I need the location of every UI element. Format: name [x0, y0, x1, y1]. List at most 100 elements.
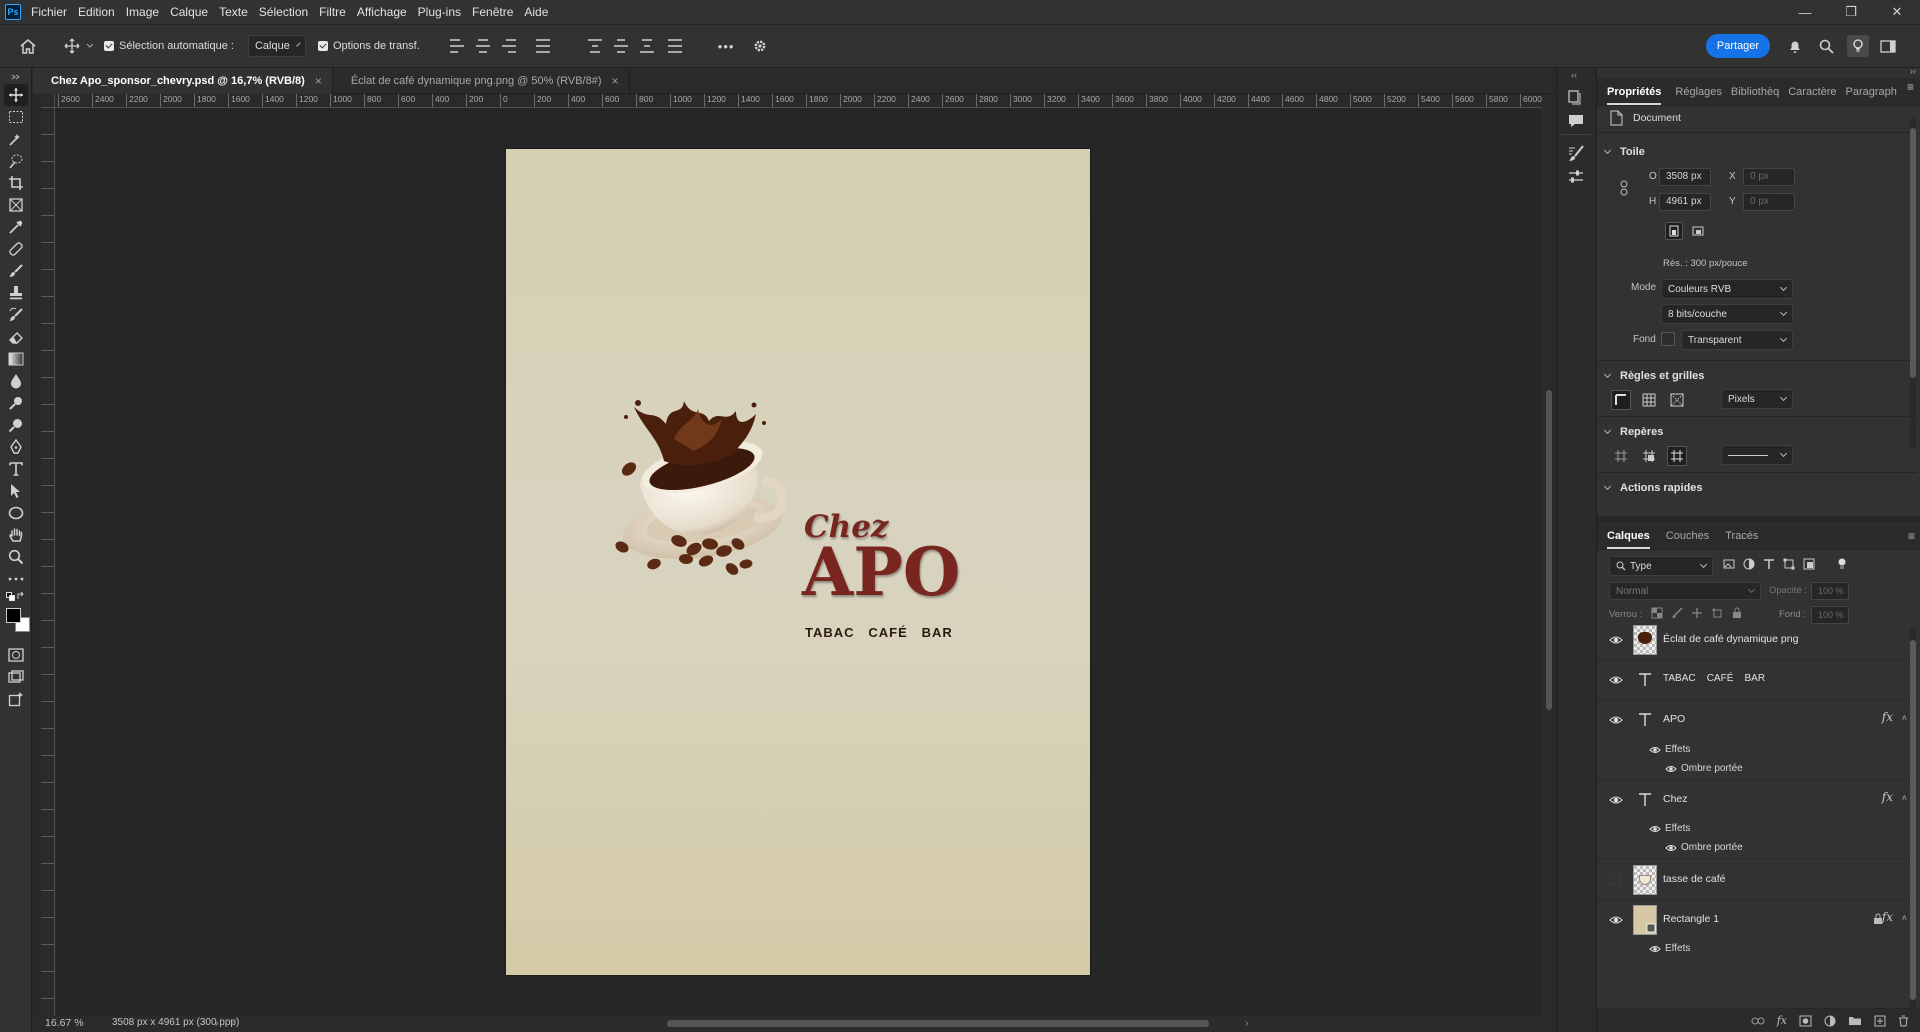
quick-actions-section-header[interactable]: Actions rapides [1597, 482, 1703, 494]
landscape-orientation-icon[interactable] [1689, 222, 1707, 240]
menu-image[interactable]: Image [126, 5, 159, 19]
horizontal-scroll-thumb[interactable] [667, 1020, 1209, 1027]
layer-tasse-de-cafe[interactable]: tasse de café [1597, 860, 1911, 900]
gear-icon[interactable] [748, 34, 772, 58]
distribute-icon[interactable] [535, 39, 550, 53]
tab-properties[interactable]: Propriétés [1607, 86, 1662, 105]
layer-effects-fx-icon[interactable]: fx [1882, 710, 1893, 724]
eye-visibility-icon[interactable] [1665, 842, 1677, 854]
filter-smart-objects-icon[interactable] [1803, 558, 1815, 570]
adjustment-layer-icon[interactable] [1824, 1015, 1836, 1027]
zoom-level[interactable]: 16.67 % [45, 1017, 84, 1029]
tab-eclat-de-cafe-png[interactable]: Éclat de café dynamique png.png @ 50% (R… [333, 68, 630, 94]
screen-mode-icon[interactable] [4, 666, 28, 688]
crop-tool-icon[interactable] [4, 172, 28, 194]
grid-toggle-icon[interactable] [1639, 390, 1659, 410]
blur-tool-icon[interactable] [4, 370, 28, 392]
ruler-toggle-icon[interactable] [1611, 390, 1631, 410]
new-guide-layout-icon[interactable] [1639, 446, 1659, 466]
layer-effects-fx-icon[interactable]: fx [1882, 910, 1893, 924]
menu-fichier[interactable]: Fichier [31, 5, 67, 19]
clone-stamp-tool-icon[interactable] [4, 282, 28, 304]
eye-visibility-icon[interactable] [1609, 793, 1623, 807]
align-bottom-icon[interactable] [639, 39, 654, 53]
filter-pixel-layers-icon[interactable] [1723, 558, 1735, 570]
tab-paragraph[interactable]: Paragraph [1846, 86, 1897, 98]
marquee-tool-icon[interactable] [4, 106, 28, 128]
share-button[interactable]: Partager [1706, 34, 1770, 58]
eye-visibility-icon[interactable] [1609, 673, 1623, 687]
scroll-left-icon[interactable]: ‹ [231, 1017, 235, 1029]
add-mask-icon[interactable] [1799, 1015, 1812, 1027]
collapse-effects-icon[interactable]: ˄ [1902, 793, 1907, 803]
portrait-orientation-icon[interactable] [1665, 222, 1683, 240]
history-brush-tool-icon[interactable] [4, 304, 28, 326]
pen-tool-icon[interactable] [4, 436, 28, 458]
document-canvas[interactable]: Chez APO TABAC CAFÉ BAR [506, 149, 1090, 975]
guides-section-header[interactable]: Repères [1597, 426, 1663, 438]
layer-effects-fx-icon[interactable]: fx [1882, 790, 1893, 804]
align-left-icon[interactable] [449, 39, 464, 53]
lock-artboard-icon[interactable] [1711, 607, 1723, 619]
quick-selection-tool-icon[interactable] [4, 150, 28, 172]
type-tool-icon[interactable] [4, 458, 28, 480]
eye-visibility-icon[interactable] [1609, 713, 1623, 727]
zoom-lens-tool-icon[interactable] [4, 414, 28, 436]
eyedropper-tool-icon[interactable] [4, 216, 28, 238]
rulers-grids-section-header[interactable]: Règles et grilles [1597, 370, 1704, 382]
align-right-icon[interactable] [501, 39, 516, 53]
blend-mode-dropdown[interactable]: Normal [1609, 582, 1761, 600]
delete-layer-trash-icon[interactable] [1898, 1015, 1909, 1027]
effect-drop-shadow-chez[interactable]: Ombre portée [1597, 839, 1911, 859]
restore-button[interactable]: ❐ [1828, 0, 1874, 24]
eraser-tool-icon[interactable] [4, 326, 28, 348]
filter-type-layers-icon[interactable] [1763, 558, 1775, 570]
canvas-section-header[interactable]: Toile [1597, 146, 1645, 158]
vertical-ruler[interactable] [41, 108, 55, 1016]
canvas-area[interactable]: Chez APO TABAC CAFÉ BAR [56, 109, 1542, 1015]
eye-visibility-icon[interactable] [1609, 633, 1623, 647]
discover-lightbulb-icon[interactable] [1847, 35, 1869, 57]
panel-menu-icon[interactable]: ≡ [1907, 80, 1914, 94]
canvas-y-input[interactable]: 0 px [1743, 193, 1795, 211]
expand-panels-icon[interactable]: ›› [1910, 66, 1916, 76]
fill-color-swatch[interactable] [1661, 332, 1675, 346]
layer-tabac-cafe-bar[interactable]: TABAC CAFÉ BAR [1597, 660, 1911, 700]
guide-style-dropdown[interactable] [1721, 445, 1793, 465]
effects-group-apo[interactable]: Effets [1597, 741, 1911, 759]
close-tab-icon[interactable]: × [315, 74, 322, 88]
distribute-vertical-icon[interactable] [667, 39, 682, 53]
scroll-right-icon[interactable]: › [1245, 1017, 1249, 1029]
link-layers-icon[interactable] [1751, 1016, 1765, 1026]
collapse-panels-icon[interactable]: ‹‹ [1571, 70, 1577, 80]
adjustments-panel-icon[interactable] [1567, 168, 1587, 186]
lock-transparent-pixels-icon[interactable] [1651, 607, 1663, 619]
menu-texte[interactable]: Texte [219, 5, 248, 19]
menu-aide[interactable]: Aide [524, 5, 548, 19]
home-icon[interactable] [16, 34, 40, 58]
frame-tool-icon[interactable] [4, 194, 28, 216]
tab-character[interactable]: Caractère [1788, 86, 1836, 98]
layer-eclat-de-cafe[interactable]: Éclat de café dynamique png [1597, 620, 1911, 660]
gradient-tool-icon[interactable] [4, 348, 28, 370]
canvas-width-input[interactable]: 3508 px [1659, 168, 1711, 186]
effects-group-rectangle[interactable]: Effets [1597, 940, 1911, 958]
eye-visibility-icon[interactable] [1665, 763, 1677, 775]
lock-image-pixels-icon[interactable] [1671, 607, 1683, 619]
auto-select-target-dropdown[interactable]: Calque [247, 35, 306, 57]
tab-libraries[interactable]: Bibliothèq [1731, 86, 1779, 98]
new-layer-icon[interactable] [1874, 1015, 1886, 1027]
new-group-folder-icon[interactable] [1848, 1015, 1862, 1026]
tab-chez-apo-psd[interactable]: Chez Apo_sponsor_chevry.psd @ 16,7% (RVB… [33, 68, 333, 94]
foreground-color-swatch[interactable] [6, 608, 21, 623]
menu-filtre[interactable]: Filtre [319, 5, 346, 19]
history-panel-icon[interactable] [1567, 88, 1587, 106]
move-tool-icon[interactable] [4, 84, 28, 106]
quick-mask-icon[interactable] [4, 644, 28, 666]
vertical-scrollbar[interactable] [1542, 94, 1556, 1016]
search-icon[interactable] [1815, 35, 1837, 57]
hidden-visibility-box[interactable] [1609, 873, 1621, 885]
healing-brush-tool-icon[interactable] [4, 238, 28, 260]
ellipse-tool-icon[interactable] [4, 502, 28, 524]
object-selection-tool-icon[interactable] [4, 128, 28, 150]
